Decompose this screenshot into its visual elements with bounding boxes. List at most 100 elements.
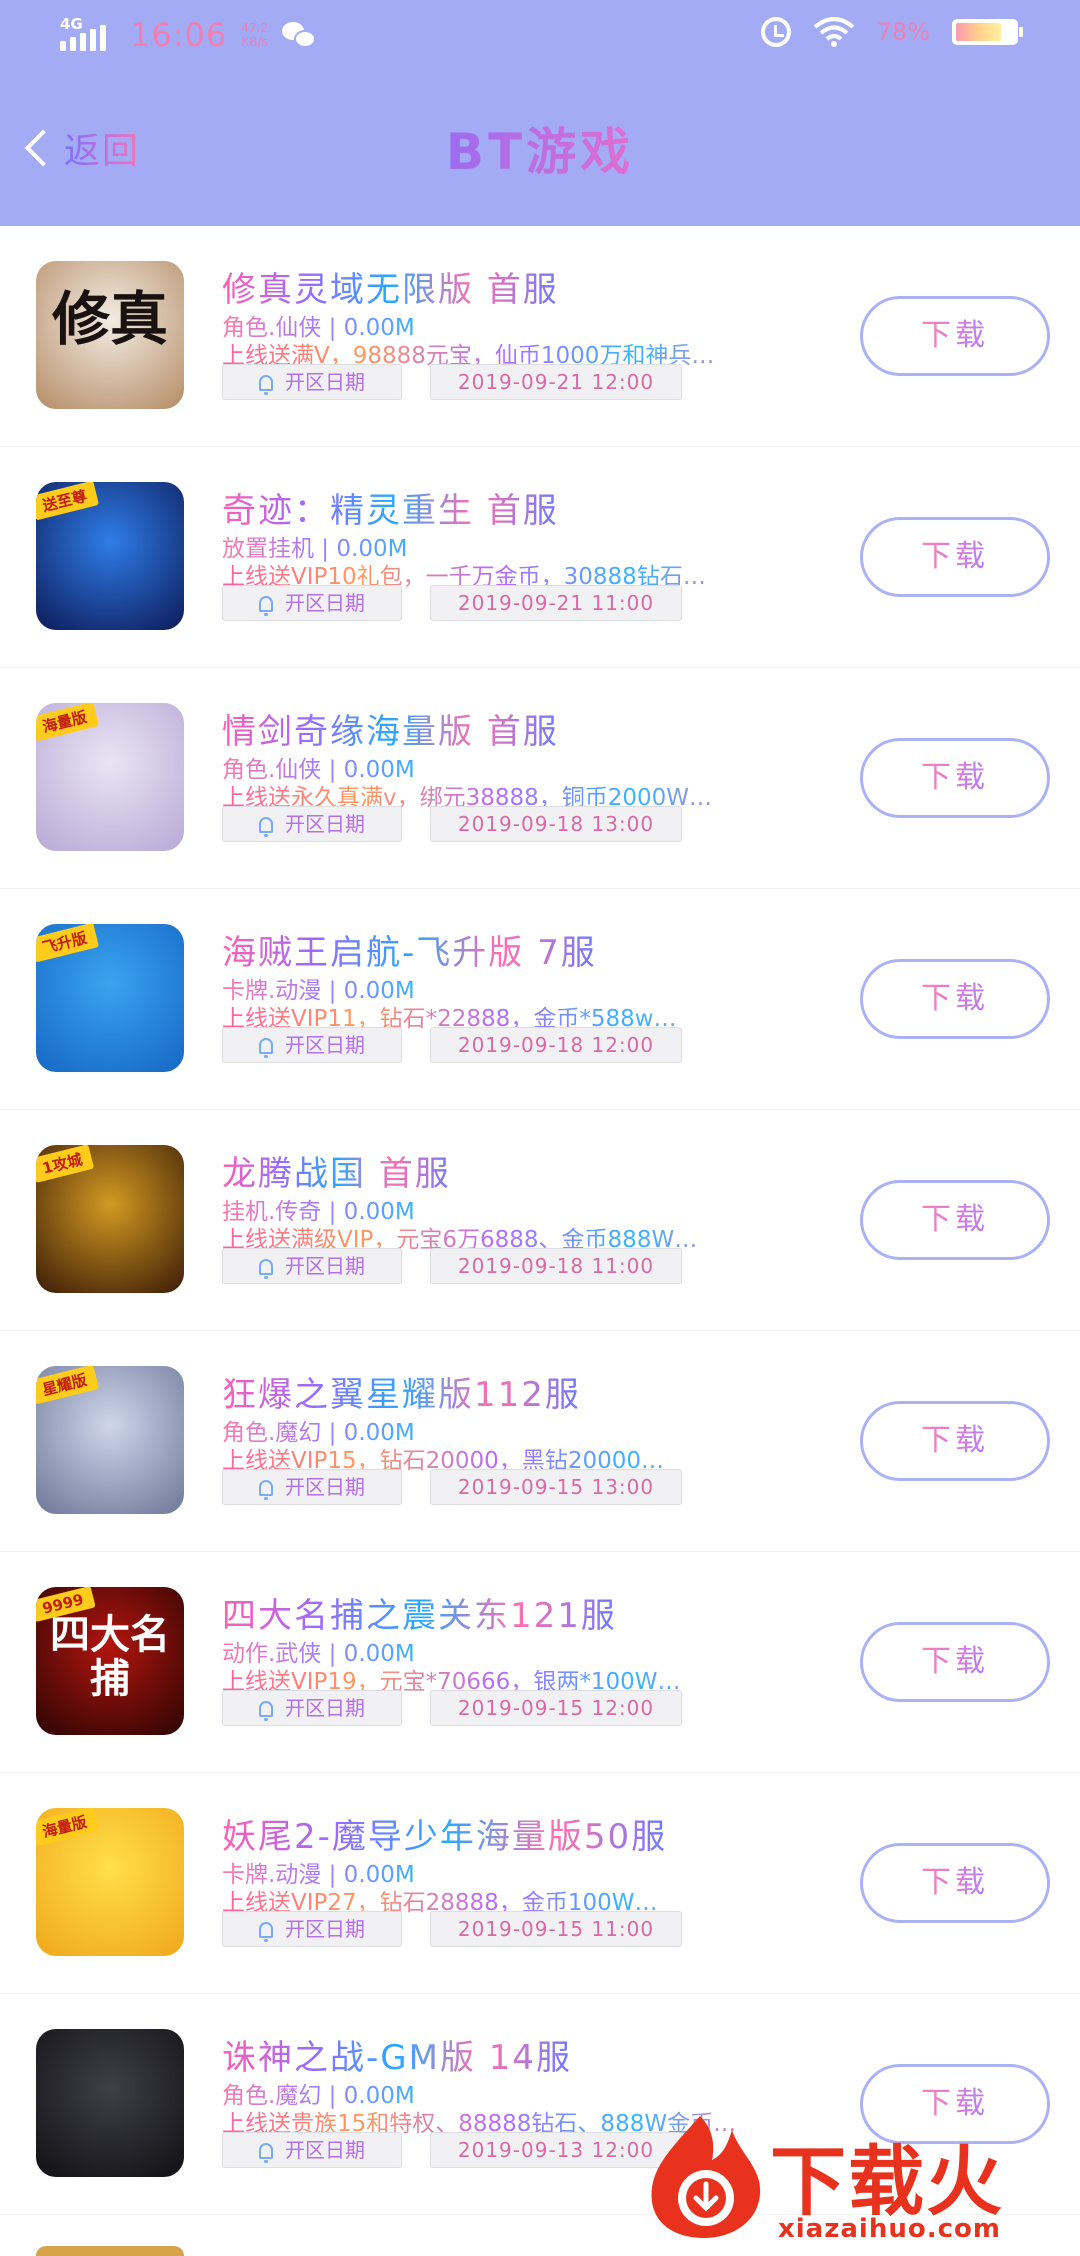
- bell-icon: [259, 1480, 273, 1500]
- game-name[interactable]: 四大名捕之震关东121服: [222, 1588, 617, 1637]
- game-icon-tag: 星耀版: [36, 1366, 100, 1405]
- download-label: 下载: [921, 318, 989, 353]
- network-type: 4G: [60, 15, 83, 33]
- game-name[interactable]: 妖尾2-魔导少年海量版50服: [222, 1809, 667, 1858]
- top-bar: 4G 16:06 47.2 KB/s 78% BT游戏: [0, 0, 1080, 226]
- battery-percent: 78%: [876, 18, 930, 46]
- game-icon-text: 修真: [51, 285, 168, 353]
- speed-unit: KB/s: [241, 35, 268, 49]
- bell-icon: [259, 817, 273, 837]
- download-button[interactable]: 下载: [860, 296, 1050, 376]
- download-label: 下载: [921, 1865, 989, 1900]
- open-server-label: 开区日期: [285, 1033, 365, 1057]
- open-server-label: 开区日期: [285, 1475, 365, 1499]
- watermark: 下载火 xiazaihuo.com: [640, 2110, 1080, 2256]
- game-name[interactable]: 狂爆之翼星耀版112服: [222, 1367, 581, 1416]
- game-icon[interactable]: 修真: [36, 261, 184, 409]
- open-server-date: 2019-09-18 12:00: [430, 1027, 682, 1063]
- download-button[interactable]: 下载: [860, 517, 1050, 597]
- open-server-date: 2019-09-18 11:00: [430, 1248, 682, 1284]
- open-server-label: 开区日期: [285, 812, 365, 836]
- open-server-chip: 开区日期: [222, 364, 402, 400]
- alarm-icon: [760, 17, 791, 47]
- watermark-url: xiazaihuo.com: [778, 2214, 1001, 2244]
- bell-icon: [259, 1922, 273, 1942]
- game-icon-tag: 海量版: [36, 1808, 100, 1847]
- game-list-item[interactable]: 海量版 情剑奇缘海量版 首服 角色.仙侠 | 0.00M 上线送永久真满v，绑元…: [0, 668, 1080, 889]
- game-icon-tag: 1攻城: [36, 1145, 95, 1183]
- download-label: 下载: [921, 1423, 989, 1458]
- game-icon-text: 四大名捕: [50, 1611, 170, 1702]
- open-server-date: 2019-09-18 13:00: [430, 806, 682, 842]
- open-server-chip: 开区日期: [222, 1690, 402, 1726]
- bell-icon: [259, 1259, 273, 1279]
- open-server-date: 2019-09-15 13:00: [430, 1469, 682, 1505]
- open-server-date: 2019-09-21 11:00: [430, 585, 682, 621]
- download-button[interactable]: 下载: [860, 959, 1050, 1039]
- clock: 16:06: [130, 16, 228, 54]
- download-label: 下载: [921, 981, 989, 1016]
- game-name[interactable]: 奇迹：精灵重生 首服: [222, 483, 559, 532]
- signal-icon: 4G: [60, 15, 106, 51]
- game-name[interactable]: 海贼王启航-飞升版 7服: [222, 925, 597, 974]
- open-server-date: 2019-09-21 12:00: [430, 364, 682, 400]
- bell-icon: [259, 1701, 273, 1721]
- download-label: 下载: [921, 1202, 989, 1237]
- game-name[interactable]: 修真灵域无限版 首服: [222, 262, 559, 311]
- next-item-peek: [36, 2246, 184, 2256]
- game-icon[interactable]: 9999 四大名捕: [36, 1587, 184, 1735]
- open-server-label: 开区日期: [285, 591, 365, 615]
- game-icon[interactable]: 1攻城: [36, 1145, 184, 1293]
- game-icon[interactable]: 送至尊: [36, 482, 184, 630]
- game-list-item[interactable]: 1攻城 龙腾战国 首服 挂机.传奇 | 0.00M 上线送满级VIP，元宝6万6…: [0, 1110, 1080, 1331]
- speed-value: 47.2: [241, 21, 268, 35]
- game-list-item[interactable]: 星耀版 狂爆之翼星耀版112服 角色.魔幻 | 0.00M 上线送VIP15，钻…: [0, 1331, 1080, 1552]
- game-icon[interactable]: 海量版: [36, 703, 184, 851]
- game-name[interactable]: 情剑奇缘海量版 首服: [222, 704, 559, 753]
- game-icon-tag: 送至尊: [36, 482, 100, 521]
- nav-header: 返回 BT游戏: [0, 74, 1080, 226]
- download-button[interactable]: 下载: [860, 1843, 1050, 1923]
- game-list-item[interactable]: 送至尊 奇迹：精灵重生 首服 放置挂机 | 0.00M 上线送VIP10礼包，一…: [0, 447, 1080, 668]
- download-label: 下载: [921, 1644, 989, 1679]
- open-server-chip: 开区日期: [222, 1027, 402, 1063]
- game-icon[interactable]: 海量版: [36, 1808, 184, 1956]
- download-label: 下载: [921, 760, 989, 795]
- game-icon-tag: 海量版: [36, 703, 100, 742]
- open-server-label: 开区日期: [285, 1696, 365, 1720]
- game-name[interactable]: 诛神之战-GM版 14服: [222, 2030, 572, 2079]
- page-title: BT游戏: [0, 112, 1080, 184]
- game-icon[interactable]: 星耀版: [36, 1366, 184, 1514]
- open-server-date: 2019-09-15 12:00: [430, 1690, 682, 1726]
- bell-icon: [259, 1038, 273, 1058]
- game-icon-tag: 飞升版: [36, 924, 100, 963]
- open-server-date: 2019-09-15 11:00: [430, 1911, 682, 1947]
- open-server-label: 开区日期: [285, 1254, 365, 1278]
- game-list-item[interactable]: 9999 四大名捕 四大名捕之震关东121服 动作.武侠 | 0.00M 上线送…: [0, 1552, 1080, 1773]
- game-list-item[interactable]: 修真 修真灵域无限版 首服 角色.仙侠 | 0.00M 上线送满V，98888元…: [0, 226, 1080, 447]
- flame-logo-icon: [651, 2116, 761, 2238]
- open-server-chip: 开区日期: [222, 2132, 402, 2168]
- download-button[interactable]: 下载: [860, 1180, 1050, 1260]
- open-server-chip: 开区日期: [222, 1911, 402, 1947]
- game-name[interactable]: 龙腾战国 首服: [222, 1146, 451, 1195]
- wifi-icon: [813, 17, 854, 47]
- download-button[interactable]: 下载: [860, 738, 1050, 818]
- open-server-chip: 开区日期: [222, 1248, 402, 1284]
- status-bar: 4G 16:06 47.2 KB/s 78%: [0, 0, 1080, 74]
- game-icon[interactable]: 飞升版: [36, 924, 184, 1072]
- open-server-label: 开区日期: [285, 2138, 365, 2162]
- bell-icon: [259, 2143, 273, 2163]
- download-button[interactable]: 下载: [860, 1622, 1050, 1702]
- game-icon[interactable]: [36, 2029, 184, 2177]
- open-server-chip: 开区日期: [222, 806, 402, 842]
- game-list-item[interactable]: 飞升版 海贼王启航-飞升版 7服 卡牌.动漫 | 0.00M 上线送VIP11，…: [0, 889, 1080, 1110]
- network-speed: 47.2 KB/s: [241, 21, 268, 49]
- open-server-label: 开区日期: [285, 1917, 365, 1941]
- open-server-label: 开区日期: [285, 370, 365, 394]
- game-list-item[interactable]: 海量版 妖尾2-魔导少年海量版50服 卡牌.动漫 | 0.00M 上线送VIP2…: [0, 1773, 1080, 1994]
- open-server-chip: 开区日期: [222, 1469, 402, 1505]
- download-button[interactable]: 下载: [860, 1401, 1050, 1481]
- battery-icon: [952, 19, 1023, 45]
- bell-icon: [259, 375, 273, 395]
